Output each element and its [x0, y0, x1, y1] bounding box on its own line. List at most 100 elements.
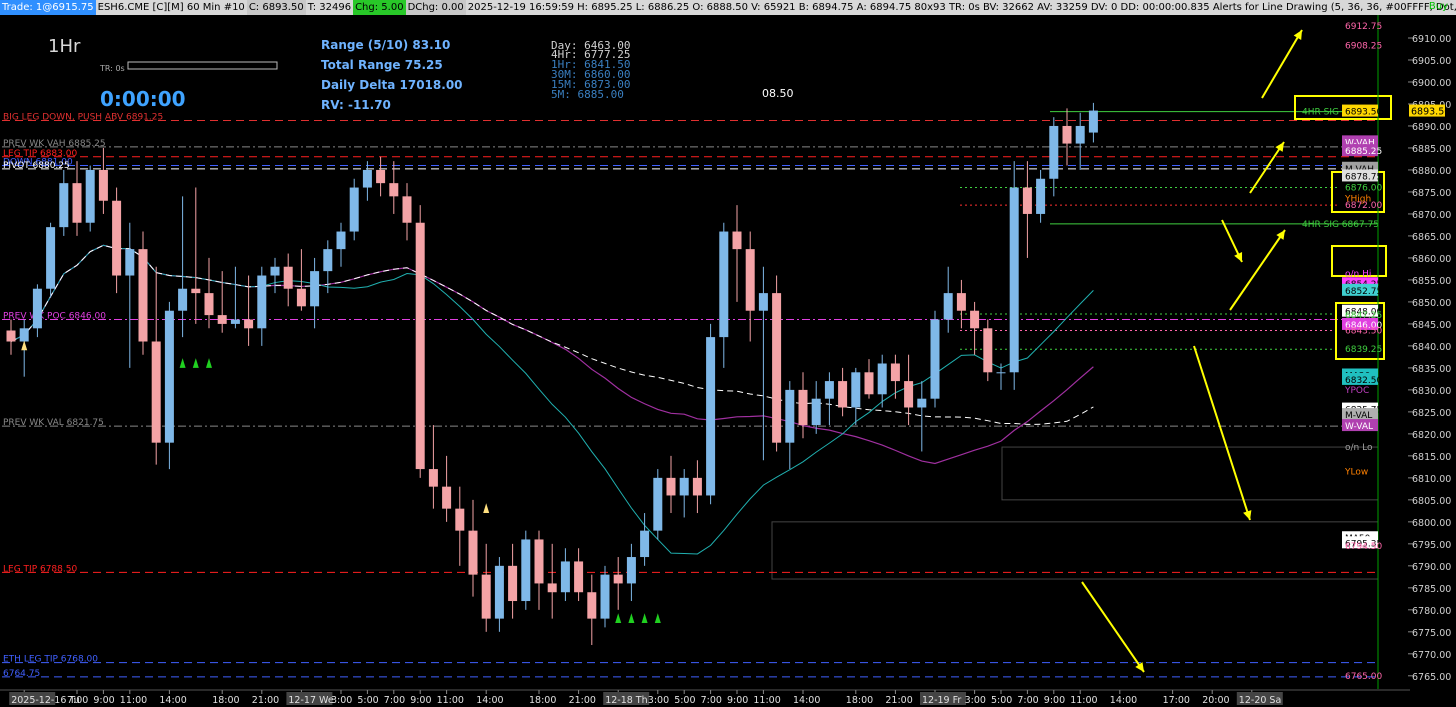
candle-down	[1062, 125, 1072, 144]
x-tick-label: 14:00	[159, 695, 186, 706]
candle-down	[574, 561, 584, 593]
candle-up	[1036, 178, 1046, 214]
candle-up	[706, 337, 716, 496]
price-level-label: PREV WK POC 6846.00	[3, 312, 106, 322]
axis-label-text: 6794.50	[1345, 542, 1382, 552]
candle-up	[785, 389, 795, 443]
candle-up	[46, 227, 56, 289]
x-tick-label: 14:00	[476, 695, 503, 706]
candle-up	[851, 372, 861, 408]
candle-up	[164, 310, 174, 443]
candle-up	[85, 169, 95, 223]
price-chart[interactable]: BIG LEG DOWN, PUSH ABV 6891.25 PREV WK VA…	[0, 0, 1456, 707]
candle-up	[811, 398, 821, 426]
x-tick-label: 18:00	[212, 695, 239, 706]
y-tick-label: 6875.00	[1412, 188, 1451, 199]
x-tick-label: 11:00	[437, 695, 464, 706]
x-tick-label: 11:00	[1070, 695, 1097, 706]
y-tick-label: 6800.00	[1412, 518, 1451, 529]
candle-down	[217, 315, 227, 324]
axis-label-text: 6839.25	[1345, 345, 1382, 355]
range-stat: Range (5/10) 83.10	[321, 38, 450, 52]
candle-up	[230, 319, 240, 324]
y-tick-label: 6850.00	[1412, 298, 1451, 309]
candle-down	[772, 293, 782, 443]
candle-up	[349, 187, 359, 232]
x-tick-label: 3:00	[965, 695, 986, 706]
x-tick-label: 12-20 Sa	[1239, 695, 1281, 706]
candle-up	[336, 231, 346, 250]
axis-label-text: 6843.50	[1345, 327, 1382, 337]
y-tick-label: 6840.00	[1412, 342, 1451, 353]
annotation-arrow	[1261, 29, 1303, 99]
y-tick-label: 6885.00	[1412, 144, 1451, 155]
axis-label-text: YLow	[1344, 467, 1368, 477]
axis-label-text: 6908.25	[1345, 42, 1382, 52]
candle-down	[613, 574, 623, 584]
candle-down	[6, 330, 16, 342]
candle-up	[1075, 125, 1085, 144]
y-tick-label: 6830.00	[1412, 386, 1451, 397]
x-tick-label: 3:00	[331, 695, 352, 706]
candle-down	[732, 231, 742, 250]
candle-down	[376, 169, 386, 184]
x-tick-label: 11:00	[120, 695, 147, 706]
candle-up	[521, 539, 531, 602]
candle-up	[1088, 110, 1098, 133]
y-tick-label: 6810.00	[1412, 474, 1451, 485]
candle-down	[481, 574, 491, 619]
axis-label-text: W-VAL	[1345, 422, 1373, 432]
x-tick-label: 9:00	[93, 695, 114, 706]
candle-down	[428, 469, 438, 487]
buy-signal-marker	[206, 358, 212, 368]
x-tick-label: 18:00	[529, 695, 556, 706]
candle-down	[798, 389, 808, 426]
candle-up	[758, 293, 768, 311]
candle-up	[494, 565, 504, 619]
candle-up	[600, 574, 610, 619]
x-tick-label: 14:00	[1110, 695, 1137, 706]
axis-label-text: 6893.50	[1345, 108, 1382, 118]
candle-up	[626, 557, 636, 584]
candle-down	[1022, 187, 1032, 214]
y-tick-label: 6815.00	[1412, 452, 1451, 463]
y-tick-label: 6770.00	[1412, 650, 1451, 661]
alert-marker	[483, 503, 490, 514]
x-tick-label: 9:00	[727, 695, 748, 706]
candle-up	[323, 249, 333, 272]
x-tick-label: 5:00	[991, 695, 1012, 706]
axis-label-text: 6878.75	[1345, 172, 1382, 182]
candle-up	[560, 561, 570, 593]
candle-down	[983, 328, 993, 373]
axis-label-text: 6912.75	[1345, 22, 1382, 32]
axis-label-text: 6872.00	[1345, 201, 1382, 211]
candle-down	[244, 319, 254, 329]
buy-signal-marker	[615, 613, 622, 624]
x-tick-label: 12-17 We	[288, 695, 333, 706]
price-level-label: BIG LEG DOWN, PUSH ABV 6891.25	[3, 112, 163, 122]
candle-down	[442, 486, 452, 509]
y-tick-label: 6825.00	[1412, 408, 1451, 419]
axis-label-text: YPOC	[1344, 386, 1369, 396]
annotation-arrowhead	[1243, 510, 1252, 520]
candle-down	[970, 310, 980, 329]
price-level-label: PREV WK VAH 6885.25	[3, 139, 106, 149]
candle-up	[719, 231, 729, 338]
axis-label-text: 6832.50	[1345, 376, 1382, 386]
candle-down	[864, 372, 874, 395]
x-tick-label: 12-18 Th	[605, 695, 647, 706]
price-level-label: PREV WK VAL 6821.75	[3, 418, 104, 428]
x-tick-label: 7:00	[701, 695, 722, 706]
candle-down	[415, 222, 425, 470]
y-tick-label: 6790.00	[1412, 562, 1451, 573]
candle-up	[32, 288, 42, 329]
x-tick-label: 12-19 Fr	[922, 695, 961, 706]
buy-signal-marker	[641, 613, 648, 624]
candle-down	[666, 477, 676, 496]
tr-progress-bar	[127, 61, 278, 70]
timeframe-label: 1Hr	[48, 36, 81, 57]
candle-down	[692, 477, 702, 496]
y-tick-label: 6820.00	[1412, 430, 1451, 441]
buy-signal-marker	[628, 613, 635, 624]
candle-up	[653, 477, 663, 531]
